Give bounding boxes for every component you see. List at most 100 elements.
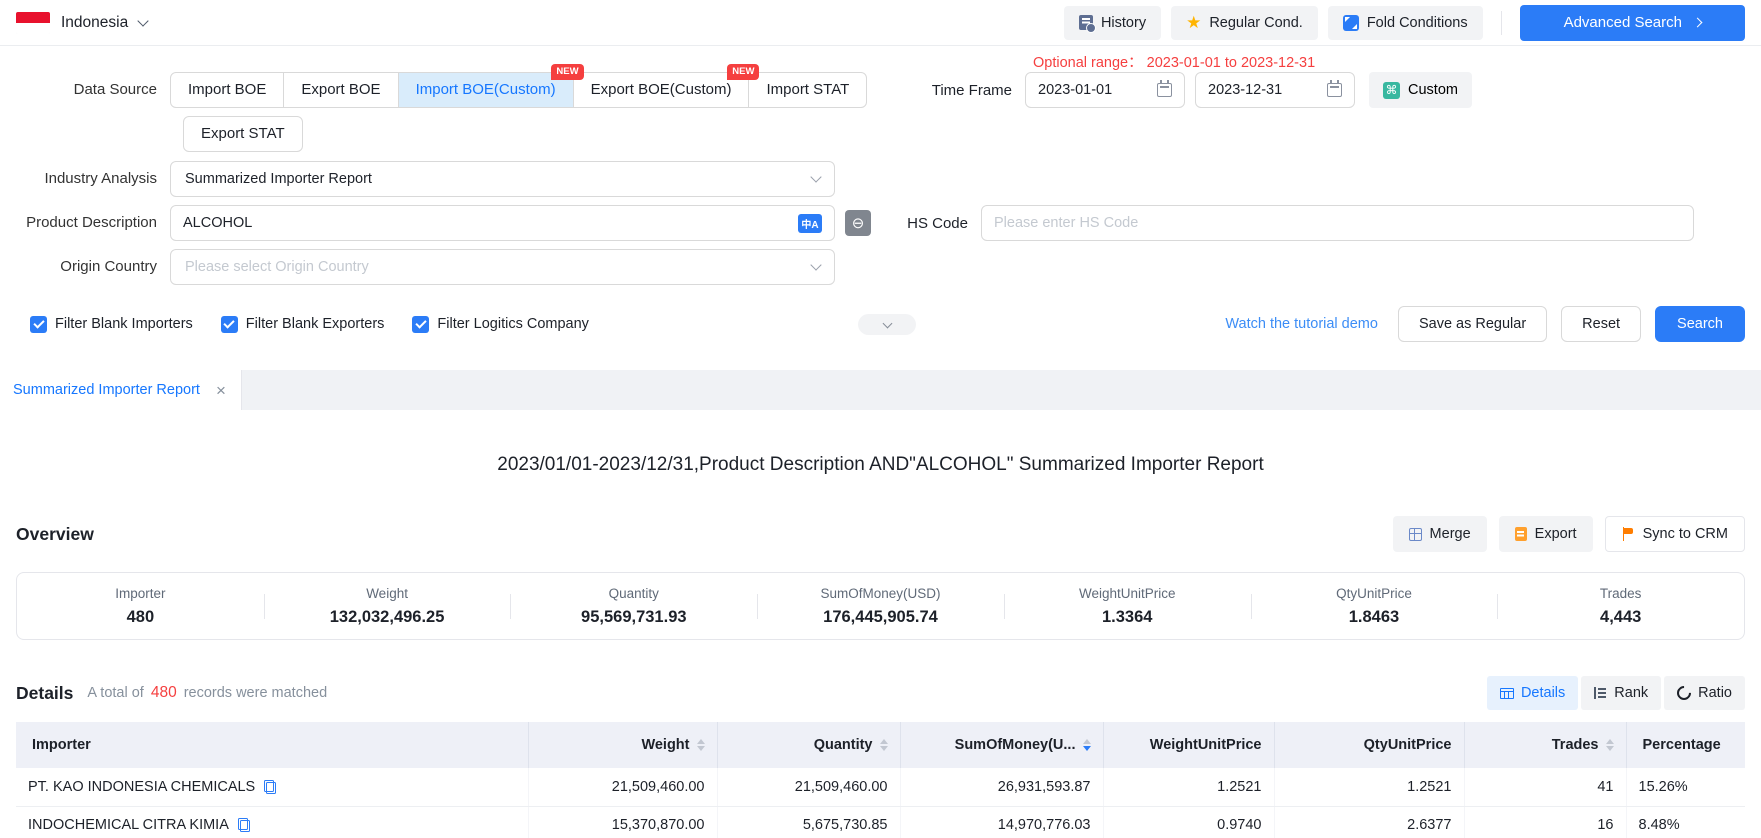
merge-label: Merge xyxy=(1430,526,1471,542)
filter-logitics-company-checkbox[interactable]: Filter Logitics Company xyxy=(412,316,589,333)
col-weight[interactable]: Weight xyxy=(528,722,717,768)
new-badge: NEW xyxy=(551,64,583,80)
end-date-input[interactable] xyxy=(1208,82,1327,98)
copy-icon[interactable] xyxy=(264,780,276,794)
qty-unit-price-cell: 2.6377 xyxy=(1274,806,1464,838)
view-details-button[interactable]: Details xyxy=(1487,676,1578,710)
end-date-field[interactable] xyxy=(1195,72,1355,108)
stat-label: Weight xyxy=(264,586,511,601)
translate-icon[interactable]: 中A xyxy=(798,214,822,233)
country-name: Indonesia xyxy=(61,14,128,32)
stat-label: Importer xyxy=(17,586,264,601)
checkbox-checked-icon xyxy=(221,316,238,333)
sort-icon[interactable] xyxy=(697,739,705,752)
hs-code-field[interactable] xyxy=(981,205,1694,241)
report-content: 2023/01/01-2023/12/31,Product Descriptio… xyxy=(0,454,1761,838)
product-description-input[interactable] xyxy=(183,215,798,231)
tab-export-boe[interactable]: Export BOE xyxy=(283,72,398,108)
export-button[interactable]: Export xyxy=(1499,516,1593,552)
custom-range-button[interactable]: ⌘ Custom xyxy=(1369,72,1472,108)
advanced-search-button[interactable]: Advanced Search xyxy=(1520,5,1745,41)
hs-code-input[interactable] xyxy=(994,215,1681,231)
tutorial-link[interactable]: Watch the tutorial demo xyxy=(1225,316,1378,332)
regular-cond-button[interactable]: ★ Regular Cond. xyxy=(1171,6,1318,40)
match-summary: A total of 480 records were matched xyxy=(87,684,327,702)
col-trades[interactable]: Trades xyxy=(1464,722,1626,768)
col-qty-unit-price: QtyUnitPrice xyxy=(1274,722,1464,768)
filter-blank-exporters-checkbox[interactable]: Filter Blank Exporters xyxy=(221,316,385,333)
exclude-keyword-icon[interactable]: ⊖ xyxy=(845,210,871,236)
details-heading: Details xyxy=(16,683,73,704)
col-importer: Importer xyxy=(16,722,528,768)
table-row: INDOCHEMICAL CITRA KIMIA 15,370,870.00 5… xyxy=(16,806,1745,838)
tab-export-stat[interactable]: Export STAT xyxy=(183,116,303,152)
tab-import-stat[interactable]: Import STAT xyxy=(748,72,867,108)
filter-logitics-company-label: Filter Logitics Company xyxy=(437,316,589,332)
view-rank-button[interactable]: Rank xyxy=(1581,676,1661,710)
star-icon: ★ xyxy=(1186,14,1201,31)
sum-of-money-cell: 14,970,776.03 xyxy=(900,806,1103,838)
view-ratio-label: Ratio xyxy=(1698,685,1732,701)
origin-country-select[interactable]: Please select Origin Country xyxy=(170,249,835,285)
collapse-conditions-pill[interactable] xyxy=(858,314,916,335)
filter-blank-importers-checkbox[interactable]: Filter Blank Importers xyxy=(30,316,193,333)
custom-label: Custom xyxy=(1408,82,1458,98)
importer-table: Importer Weight Quantity SumOfMoney(U...… xyxy=(16,722,1745,838)
tab-summarized-importer-report[interactable]: Summarized Importer Report × xyxy=(0,370,242,410)
save-as-regular-button[interactable]: Save as Regular xyxy=(1398,306,1547,342)
quantity-cell: 21,509,460.00 xyxy=(717,768,900,806)
history-button[interactable]: History xyxy=(1064,6,1161,40)
stat-importer: Importer 480 xyxy=(17,582,264,631)
close-icon[interactable]: × xyxy=(216,382,226,399)
table-row: PT. KAO INDONESIA CHEMICALS 21,509,460.0… xyxy=(16,768,1745,806)
merge-button[interactable]: Merge xyxy=(1393,516,1487,552)
filter-blank-importers-label: Filter Blank Importers xyxy=(55,316,193,332)
checkbox-checked-icon xyxy=(412,316,429,333)
hs-code-label: HS Code xyxy=(871,215,981,232)
topbar-actions: History ★ Regular Cond. Fold Conditions … xyxy=(1064,5,1745,41)
quantity-cell: 5,675,730.85 xyxy=(717,806,900,838)
view-switch: Details Rank Ratio xyxy=(1487,676,1745,710)
industry-analysis-label: Industry Analysis xyxy=(0,161,170,197)
result-tabbar: Summarized Importer Report × xyxy=(0,370,1761,410)
trades-cell: 41 xyxy=(1464,768,1626,806)
reset-button[interactable]: Reset xyxy=(1561,306,1641,342)
calendar-icon[interactable] xyxy=(1157,83,1172,97)
country-selector[interactable]: Indonesia xyxy=(16,12,147,34)
product-description-row: Product Description 中A ⊖ HS Code xyxy=(0,205,1694,241)
view-rank-label: Rank xyxy=(1614,685,1648,701)
data-source-label: Data Source xyxy=(0,72,170,108)
tab-import-boe[interactable]: Import BOE xyxy=(170,72,284,108)
sort-icon[interactable] xyxy=(1606,739,1614,752)
start-date-input[interactable] xyxy=(1038,82,1157,98)
stat-value: 4,443 xyxy=(1497,608,1744,627)
view-details-label: Details xyxy=(1521,685,1565,701)
history-icon xyxy=(1079,15,1093,30)
fold-icon xyxy=(1343,15,1359,31)
importer-name[interactable]: PT. KAO INDONESIA CHEMICALS xyxy=(28,779,255,795)
search-button[interactable]: Search xyxy=(1655,306,1745,342)
importer-name[interactable]: INDOCHEMICAL CITRA KIMIA xyxy=(28,817,229,833)
col-trades-label: Trades xyxy=(1552,737,1599,753)
fold-conditions-button[interactable]: Fold Conditions xyxy=(1328,6,1483,40)
overview-header: Overview Merge Export Sync to CRM xyxy=(16,516,1745,552)
view-ratio-button[interactable]: Ratio xyxy=(1664,676,1745,710)
sort-icon[interactable] xyxy=(880,739,888,752)
start-date-field[interactable] xyxy=(1025,72,1185,108)
tab-export-boe-custom[interactable]: Export BOE(Custom) NEW xyxy=(573,72,750,108)
product-description-field[interactable]: 中A xyxy=(170,205,835,241)
col-quantity[interactable]: Quantity xyxy=(717,722,900,768)
stat-label: SumOfMoney(USD) xyxy=(757,586,1004,601)
fold-conditions-label: Fold Conditions xyxy=(1367,15,1468,31)
qty-unit-price-cell: 1.2521 xyxy=(1274,768,1464,806)
weight-cell: 21,509,460.00 xyxy=(528,768,717,806)
col-sum-of-money[interactable]: SumOfMoney(U... xyxy=(900,722,1103,768)
industry-analysis-select[interactable]: Summarized Importer Report xyxy=(170,161,835,197)
calendar-icon[interactable] xyxy=(1327,83,1342,97)
tab-import-boe-custom[interactable]: Import BOE(Custom) NEW xyxy=(398,72,574,108)
sync-to-crm-button[interactable]: Sync to CRM xyxy=(1605,516,1745,552)
copy-icon[interactable] xyxy=(238,818,250,832)
chevron-down-icon xyxy=(810,259,821,270)
origin-country-placeholder: Please select Origin Country xyxy=(185,259,369,275)
sort-icon-desc-active[interactable] xyxy=(1083,739,1091,752)
